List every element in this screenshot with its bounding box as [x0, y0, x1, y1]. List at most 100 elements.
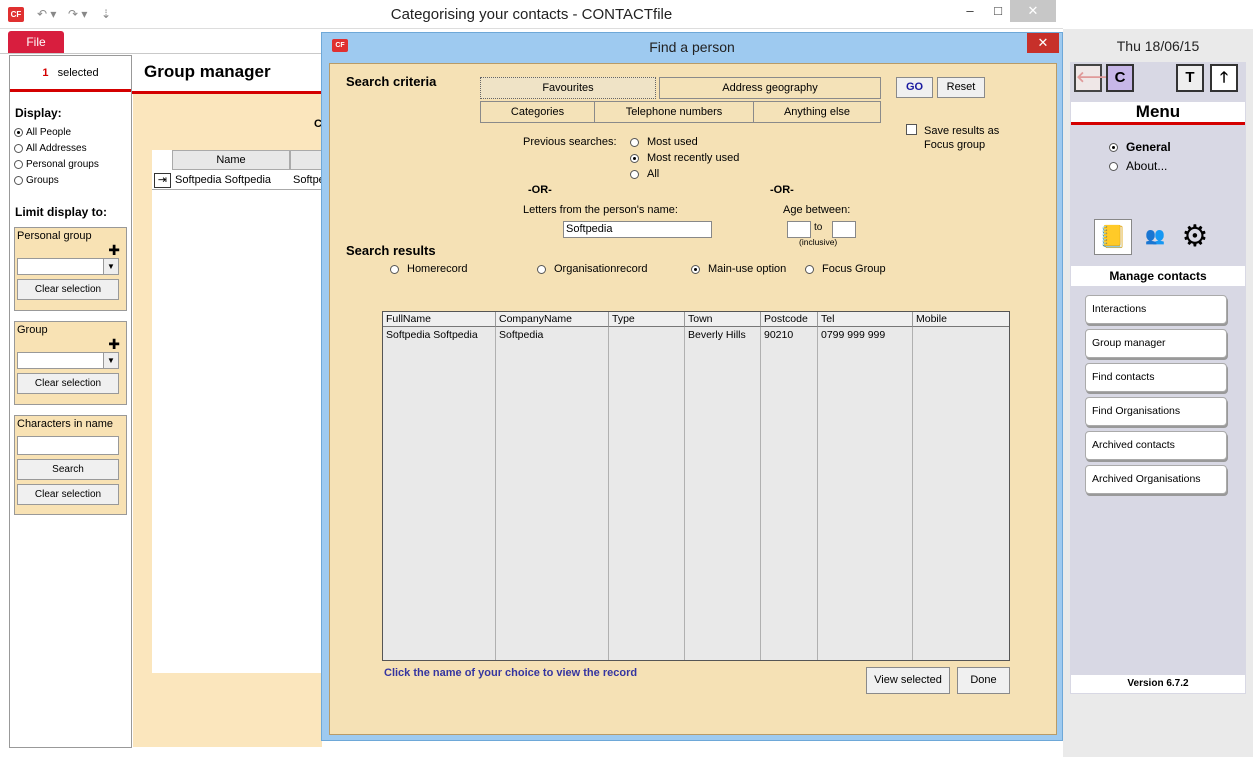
- letters-input[interactable]: Softpedia: [563, 221, 712, 238]
- display-option-label: All Addresses: [26, 143, 87, 154]
- display-option-label: Personal groups: [26, 159, 99, 170]
- tab-categories[interactable]: Categories: [480, 101, 595, 123]
- personal-group-box: Personal group ✚ ▼ Clear selection: [14, 227, 127, 311]
- dropdown-arrow-icon[interactable]: ▼: [103, 259, 118, 274]
- result-option-organisationrecord[interactable]: Organisationrecord: [537, 263, 648, 275]
- column-tel[interactable]: Tel: [818, 312, 913, 327]
- radio-icon[interactable]: [537, 264, 546, 274]
- dialog-body: Search criteria Favourites Address geogr…: [329, 63, 1057, 735]
- tab-anything-else[interactable]: Anything else: [753, 101, 881, 123]
- column-companyname[interactable]: CompanyName: [496, 312, 609, 327]
- archived-contacts-button[interactable]: Archived contacts: [1085, 431, 1227, 460]
- column-fullname[interactable]: FullName: [383, 312, 496, 327]
- option-label: Main-use option: [708, 263, 787, 275]
- group-manager-header: Name: [172, 150, 322, 170]
- radio-icon[interactable]: [630, 169, 639, 179]
- group-manager-button[interactable]: Group manager: [1085, 329, 1227, 358]
- characters-search-button[interactable]: Search: [17, 459, 119, 480]
- characters-clear-button[interactable]: Clear selection: [17, 484, 119, 505]
- radio-icon[interactable]: [1109, 142, 1118, 152]
- tab-telephone-numbers[interactable]: Telephone numbers: [594, 101, 754, 123]
- minimize-button[interactable]: –: [955, 0, 985, 22]
- result-option-main-use[interactable]: Main-use option: [691, 263, 786, 275]
- contacts-book-icon[interactable]: 📒: [1094, 219, 1132, 255]
- display-option-personal-groups[interactable]: Personal groups: [14, 158, 131, 171]
- column-type[interactable]: Type: [609, 312, 685, 327]
- t-button[interactable]: T: [1176, 64, 1204, 92]
- group-box: Group ✚ ▼ Clear selection: [14, 321, 127, 405]
- radio-icon[interactable]: [805, 264, 814, 274]
- cell-fullname[interactable]: Softpedia Softpedia: [383, 329, 478, 341]
- personal-group-clear-button[interactable]: Clear selection: [17, 279, 119, 300]
- column-mobile[interactable]: Mobile: [913, 312, 1009, 327]
- display-option-all-people[interactable]: All People: [14, 126, 131, 139]
- find-contacts-button[interactable]: Find contacts: [1085, 363, 1227, 392]
- tab-favourites[interactable]: Favourites: [480, 77, 656, 99]
- group-select[interactable]: ▼: [17, 352, 119, 369]
- view-selected-button[interactable]: View selected: [866, 667, 950, 694]
- go-button[interactable]: GO: [896, 77, 933, 98]
- column-postcode[interactable]: Postcode: [761, 312, 818, 327]
- option-label: Organisationrecord: [554, 263, 648, 275]
- close-button[interactable]: ✕: [1010, 0, 1056, 22]
- c-button[interactable]: C: [1106, 64, 1134, 92]
- radio-icon[interactable]: [14, 144, 23, 153]
- dropdown-arrow-icon[interactable]: ▼: [103, 353, 118, 368]
- menu-option-general[interactable]: General: [1109, 140, 1171, 154]
- plus-icon[interactable]: ✚: [108, 336, 120, 353]
- radio-icon[interactable]: [14, 128, 23, 137]
- results-table[interactable]: FullName CompanyName Type Town Postcode …: [382, 311, 1010, 661]
- column-header-partial[interactable]: [290, 150, 322, 170]
- file-tab[interactable]: File: [8, 31, 64, 53]
- column-town[interactable]: Town: [685, 312, 761, 327]
- option-all[interactable]: All: [630, 168, 659, 180]
- radio-icon[interactable]: [691, 264, 700, 274]
- tab-address-geography[interactable]: Address geography: [659, 77, 881, 99]
- find-organisations-button[interactable]: Find Organisations: [1085, 397, 1227, 426]
- radio-icon[interactable]: [630, 137, 639, 147]
- group-clear-button[interactable]: Clear selection: [17, 373, 119, 394]
- option-most-used[interactable]: Most used: [630, 136, 698, 148]
- row-name: Softpedia Softpedia: [175, 174, 272, 186]
- people-checklist-icon[interactable]: 👥: [1137, 220, 1173, 254]
- gear-icon[interactable]: ⚙: [1178, 220, 1212, 254]
- age-to-input[interactable]: [832, 221, 856, 238]
- checkbox-icon[interactable]: [906, 124, 917, 135]
- radio-icon[interactable]: [390, 264, 399, 274]
- up-arrow-icon[interactable]: 🡑: [1210, 64, 1238, 92]
- radio-icon[interactable]: [630, 153, 639, 163]
- reset-button[interactable]: Reset: [937, 77, 985, 98]
- radio-icon[interactable]: [1109, 161, 1118, 171]
- result-option-homerecord[interactable]: Homerecord: [390, 263, 468, 275]
- column-divider: [608, 327, 609, 660]
- radio-icon[interactable]: [14, 160, 23, 169]
- display-option-groups[interactable]: Groups: [14, 174, 131, 187]
- dialog-close-button[interactable]: ✕: [1027, 33, 1059, 53]
- column-name-header[interactable]: Name: [172, 150, 290, 170]
- date-label: Thu 18/06/15: [1116, 38, 1200, 54]
- letters-label: Letters from the person's name:: [523, 204, 678, 216]
- plus-icon[interactable]: ✚: [108, 242, 120, 259]
- display-heading: Display:: [15, 106, 62, 120]
- age-from-input[interactable]: [787, 221, 811, 238]
- main-titlebar: CF ↶ ▾ ↷ ▾ ⇣ Categorising your contacts …: [0, 0, 1063, 29]
- age-to-label: to: [814, 222, 823, 233]
- search-results-heading: Search results: [346, 243, 436, 258]
- option-label: All: [647, 168, 660, 180]
- selected-count: 1: [42, 67, 49, 79]
- option-most-recently-used[interactable]: Most recently used: [630, 152, 739, 164]
- menu-option-about[interactable]: About...: [1109, 159, 1167, 173]
- row-select-icon[interactable]: ⇥: [154, 173, 171, 188]
- back-arrow-icon[interactable]: 🡐: [1074, 64, 1116, 92]
- result-option-focus-group[interactable]: Focus Group: [805, 263, 886, 275]
- interactions-button[interactable]: Interactions: [1085, 295, 1227, 324]
- save-results-checkbox[interactable]: Save results as Focus group: [906, 124, 1009, 152]
- maximize-button[interactable]: □: [983, 0, 1013, 22]
- radio-icon[interactable]: [14, 176, 23, 185]
- archived-organisations-button[interactable]: Archived Organisations: [1085, 465, 1227, 494]
- display-option-all-addresses[interactable]: All Addresses: [14, 142, 131, 155]
- characters-input[interactable]: [17, 436, 119, 455]
- personal-group-select[interactable]: ▼: [17, 258, 119, 275]
- table-row[interactable]: ⇥ Softpedia Softpedia Softpe: [152, 172, 325, 190]
- done-button[interactable]: Done: [957, 667, 1010, 694]
